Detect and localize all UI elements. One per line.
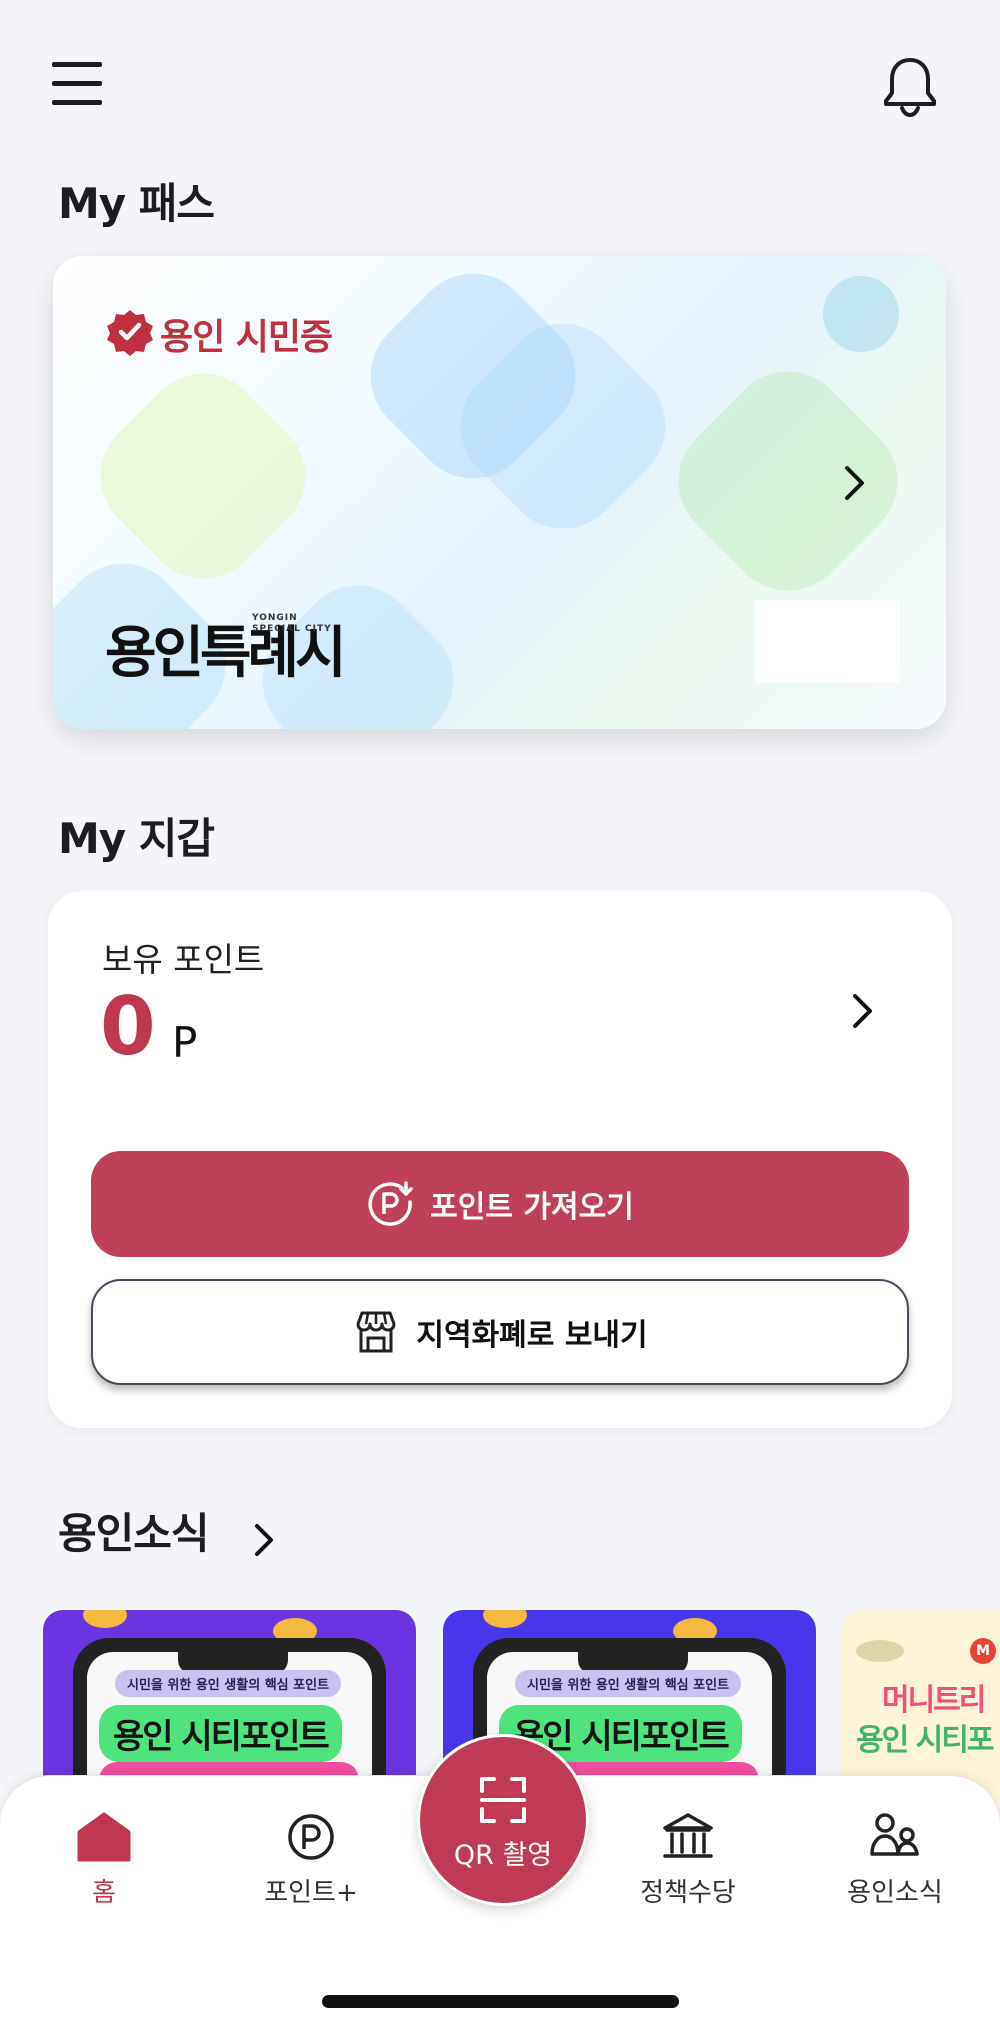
chevron-right-icon[interactable]: [250, 1520, 278, 1560]
card-photo-placeholder: [755, 600, 900, 683]
import-points-label: 포인트 가져오기: [430, 1190, 634, 1225]
news-card-subheadline: 용인 시티포: [856, 1723, 994, 1758]
nav-home[interactable]: 홈: [29, 1808, 179, 1909]
bank-icon: [663, 1813, 713, 1858]
nav-yongin-news-label: 용인소식: [847, 1878, 943, 1908]
my-wallet-title: My 지갑: [58, 814, 215, 863]
point-icon: [288, 1814, 334, 1860]
send-local-currency-button[interactable]: 지역화폐로 보내기: [91, 1279, 909, 1385]
points-label: 보유 포인트: [102, 940, 265, 979]
chevron-right-icon[interactable]: [846, 990, 880, 1032]
news-card-headline: 머니트리: [882, 1683, 986, 1718]
qr-scan-button[interactable]: QR 촬영: [417, 1734, 589, 1906]
news-card-tagline: 시민을 위한 용인 생활의 핵심 포인트: [515, 1670, 742, 1697]
people-icon: [870, 1813, 919, 1856]
home-icon: [77, 1812, 131, 1862]
nav-points-label: 포인트+: [264, 1878, 358, 1908]
my-pass-title: My 패스: [58, 179, 215, 228]
verified-badge-icon: [107, 310, 153, 356]
nav-home-label: 홈: [92, 1878, 116, 1908]
nav-points[interactable]: 포인트+: [236, 1808, 386, 1909]
nav-yongin-news[interactable]: 용인소식: [820, 1808, 970, 1909]
import-points-button[interactable]: 포인트 가져오기: [91, 1151, 909, 1257]
chevron-right-icon[interactable]: [838, 462, 872, 504]
nav-policy-allowance[interactable]: 정책수당: [613, 1808, 763, 1909]
news-card-badge: M: [970, 1638, 996, 1664]
news-card-tagline: 시민을 위한 용인 생활의 핵심 포인트: [115, 1670, 342, 1697]
hamburger-menu-icon[interactable]: [52, 62, 102, 106]
qr-scan-icon: [480, 1777, 526, 1823]
points-unit: P: [172, 1018, 198, 1067]
qr-scan-label: QR 촬영: [453, 1840, 553, 1871]
point-download-icon: [368, 1181, 413, 1226]
bell-icon[interactable]: [880, 54, 940, 118]
yongin-logo-subtext: YONGIN SPECIAL CITY: [252, 613, 332, 634]
news-title: 용인소식: [58, 1509, 210, 1558]
home-indicator[interactable]: [322, 1995, 679, 2008]
points-value: 0: [100, 980, 156, 1073]
send-local-currency-label: 지역화폐로 보내기: [416, 1318, 648, 1353]
store-icon: [356, 1311, 396, 1353]
nav-policy-allowance-label: 정책수당: [640, 1878, 736, 1908]
news-card-headline: 용인 시티포인트: [99, 1705, 342, 1762]
citizen-card-title: 용인 시민증: [160, 317, 333, 358]
